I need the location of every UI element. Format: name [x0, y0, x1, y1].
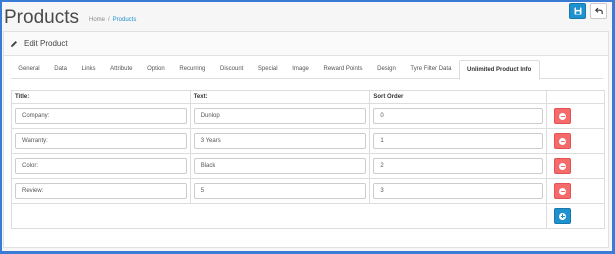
title-input[interactable]: Color:: [15, 158, 187, 174]
title-input[interactable]: Company:: [15, 108, 187, 124]
panel-title: Edit Product: [24, 39, 68, 48]
plus-circle-icon: [559, 212, 567, 220]
table-header-row: Title: Text: Sort Order: [11, 90, 605, 104]
breadcrumb-products[interactable]: Products: [113, 17, 137, 23]
pencil-icon: [10, 40, 18, 48]
tab-attribute[interactable]: Attribute: [103, 60, 140, 79]
column-header-actions: [546, 90, 605, 104]
remove-row-button[interactable]: [554, 183, 572, 199]
minus-circle-icon: [559, 187, 567, 195]
panel-heading: Edit Product: [4, 32, 608, 56]
table-row: Warranty: 3 Years 1: [11, 128, 605, 154]
tab-links[interactable]: Links: [74, 60, 103, 79]
text-input[interactable]: Dunlop: [193, 108, 367, 124]
table-row: Company: Dunlop 0: [11, 103, 605, 129]
sort-order-input[interactable]: 3: [373, 183, 544, 199]
add-row-button[interactable]: [554, 208, 572, 224]
breadcrumb-separator: /: [108, 17, 110, 23]
tab-tyre-filter-data[interactable]: Tyre Filter Data: [403, 60, 459, 79]
product-tabs: General Data Links Attribute Option Recu…: [11, 60, 603, 80]
sort-order-input[interactable]: 2: [373, 158, 544, 174]
remove-row-button[interactable]: [554, 133, 572, 149]
page-title: Products: [4, 7, 79, 28]
text-input[interactable]: 3 Years: [193, 133, 367, 149]
text-input[interactable]: 5: [193, 183, 367, 199]
edit-product-panel: Edit Product General Data Links Attribut…: [3, 31, 609, 248]
save-button[interactable]: [569, 3, 586, 19]
save-icon: [574, 7, 581, 15]
product-info-table: Title: Text: Sort Order Company: Dunlop …: [10, 90, 605, 229]
remove-row-button[interactable]: [554, 108, 572, 124]
column-header-title: Title:: [11, 90, 191, 104]
tab-discount[interactable]: Discount: [213, 60, 251, 79]
tab-reward-points[interactable]: Reward Points: [316, 60, 370, 79]
tab-data[interactable]: Data: [47, 60, 74, 79]
tab-general[interactable]: General: [11, 60, 47, 79]
sort-order-input[interactable]: 0: [373, 108, 544, 124]
page-header: Products Home / Products: [2, 2, 610, 28]
tab-recurring[interactable]: Recurring: [172, 60, 213, 79]
minus-circle-icon: [559, 162, 567, 170]
tab-special[interactable]: Special: [251, 60, 285, 79]
column-header-sort-order: Sort Order: [369, 90, 548, 104]
table-row: Review: 5 3: [11, 178, 605, 204]
table-row: Color: Black 2: [11, 153, 605, 179]
title-input[interactable]: Warranty:: [15, 133, 187, 149]
breadcrumb: Home / Products: [89, 17, 136, 23]
remove-row-button[interactable]: [554, 158, 572, 174]
back-arrow-icon: [594, 7, 603, 14]
tab-design[interactable]: Design: [370, 60, 403, 79]
tab-unlimited-product-info[interactable]: Unlimited Product Info: [458, 60, 540, 80]
title-input[interactable]: Review:: [15, 183, 187, 199]
tab-option[interactable]: Option: [140, 60, 172, 79]
breadcrumb-home[interactable]: Home: [89, 17, 105, 23]
table-footer-row: [10, 203, 605, 229]
column-header-text: Text:: [189, 90, 371, 104]
sort-order-input[interactable]: 1: [373, 133, 544, 149]
minus-circle-icon: [559, 112, 567, 120]
tab-image[interactable]: Image: [285, 60, 316, 79]
empty-footer-cell: [10, 203, 548, 229]
back-button[interactable]: [590, 3, 607, 19]
minus-circle-icon: [559, 137, 567, 145]
text-input[interactable]: Black: [193, 158, 367, 174]
